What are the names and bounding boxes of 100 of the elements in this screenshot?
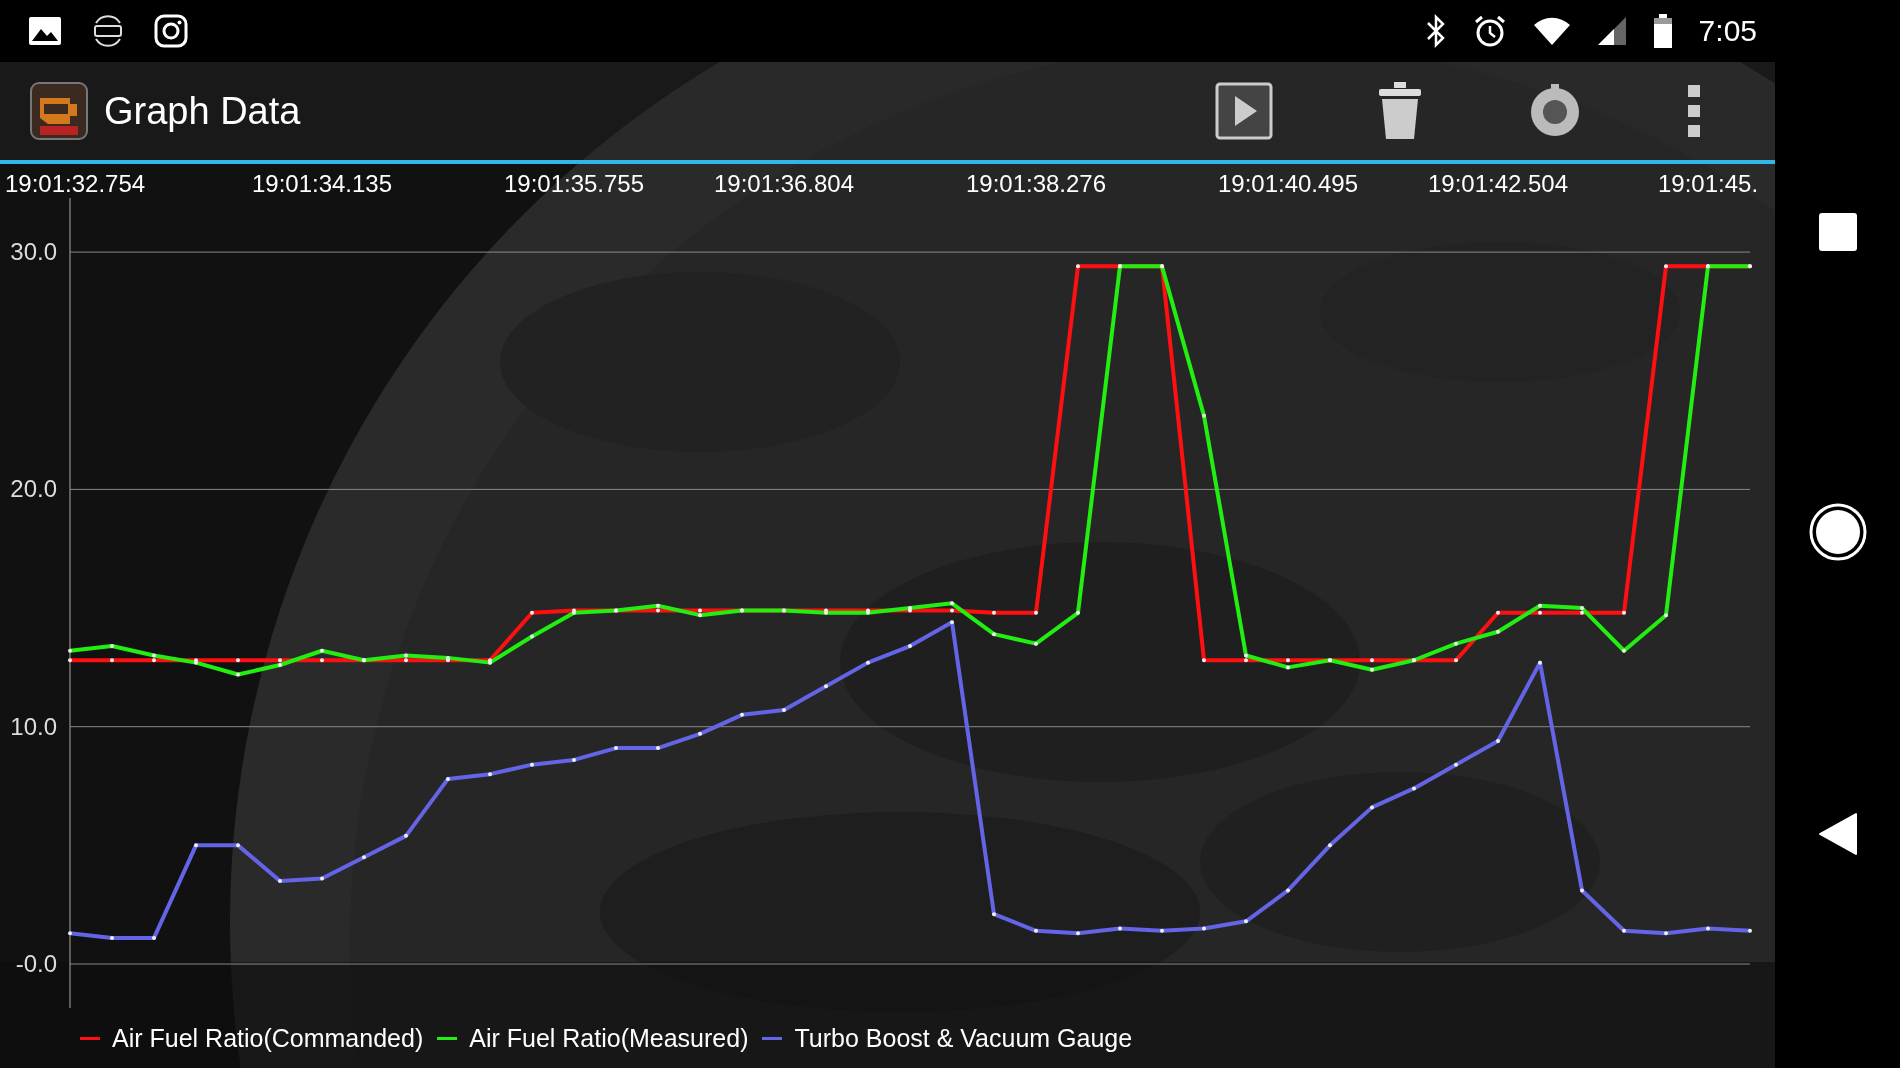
legend-swatch bbox=[762, 1036, 783, 1040]
bluetooth-icon bbox=[1424, 14, 1447, 48]
y-axis-label: -0.0 bbox=[15, 950, 57, 977]
time-axis-label: 19:01:45. bbox=[1657, 170, 1759, 198]
data-point bbox=[1412, 786, 1416, 791]
data-point bbox=[110, 658, 114, 663]
data-point bbox=[1664, 264, 1668, 269]
data-point bbox=[236, 672, 240, 677]
data-point bbox=[1454, 762, 1458, 767]
data-point bbox=[572, 757, 576, 762]
data-point bbox=[1286, 665, 1290, 670]
data-point bbox=[1496, 738, 1500, 743]
data-point bbox=[1454, 658, 1458, 663]
data-point bbox=[1202, 926, 1206, 931]
data-point bbox=[1286, 888, 1290, 893]
data-point bbox=[656, 746, 660, 751]
image-icon bbox=[28, 16, 62, 46]
data-point bbox=[1664, 613, 1668, 618]
data-point bbox=[68, 658, 72, 663]
data-point bbox=[950, 608, 954, 613]
time-axis-label: 19:01:35.755 bbox=[503, 170, 645, 198]
legend-label: Air Fuel Ratio(Commanded) bbox=[112, 1023, 424, 1053]
more-options-icon bbox=[1687, 84, 1701, 138]
time-axis-label: 19:01:40.495 bbox=[1217, 170, 1359, 198]
data-point bbox=[1454, 641, 1458, 646]
data-point bbox=[1076, 610, 1080, 615]
data-point bbox=[1202, 658, 1206, 663]
signal-icon bbox=[1596, 16, 1627, 46]
y-axis-label: 30.0 bbox=[10, 238, 57, 266]
back-button[interactable] bbox=[1817, 812, 1858, 856]
data-point bbox=[446, 776, 450, 781]
data-point bbox=[320, 658, 324, 663]
data-point bbox=[1622, 928, 1626, 933]
data-point bbox=[404, 833, 408, 838]
data-point bbox=[488, 772, 492, 777]
recents-button[interactable] bbox=[1817, 212, 1858, 252]
time-axis-label: 19:01:34.135 bbox=[251, 170, 393, 198]
data-point bbox=[1496, 629, 1500, 634]
data-point bbox=[320, 648, 324, 653]
data-point bbox=[278, 878, 282, 883]
screen-title: Graph Data bbox=[104, 89, 302, 133]
engine-logo-icon bbox=[30, 82, 88, 140]
data-point bbox=[740, 712, 744, 717]
data-point bbox=[236, 843, 240, 848]
data-point bbox=[1370, 667, 1374, 672]
data-point bbox=[950, 620, 954, 625]
data-point bbox=[1034, 610, 1038, 615]
data-point bbox=[1286, 658, 1290, 663]
legend-swatch bbox=[80, 1036, 100, 1040]
data-point bbox=[194, 843, 198, 848]
data-point bbox=[1370, 658, 1374, 663]
data-point bbox=[1370, 805, 1374, 810]
wifi-icon bbox=[1532, 16, 1571, 46]
data-point bbox=[1034, 641, 1038, 646]
data-point bbox=[152, 935, 156, 940]
data-point bbox=[1622, 648, 1626, 653]
data-point bbox=[530, 762, 534, 767]
data-point bbox=[1496, 610, 1500, 615]
data-point bbox=[1748, 928, 1752, 933]
data-point bbox=[1076, 931, 1080, 936]
y-axis-label: 10.0 bbox=[10, 712, 57, 740]
data-point bbox=[530, 634, 534, 639]
data-point bbox=[1076, 264, 1080, 269]
data-point bbox=[1706, 926, 1710, 931]
data-point bbox=[992, 610, 996, 615]
data-point bbox=[1202, 413, 1206, 418]
data-point bbox=[1664, 931, 1668, 936]
data-point bbox=[1244, 919, 1248, 924]
time-axis-label: 19:01:32.754 bbox=[5, 170, 146, 198]
status-time: 7:05 bbox=[1698, 14, 1757, 48]
alarm-icon bbox=[1472, 14, 1507, 48]
data-point bbox=[992, 632, 996, 637]
time-axis-label: 19:01:36.804 bbox=[713, 170, 855, 198]
home-button[interactable] bbox=[1808, 503, 1867, 561]
data-point bbox=[320, 876, 324, 881]
data-point bbox=[530, 610, 534, 615]
legend-swatch bbox=[437, 1036, 458, 1040]
data-point bbox=[1328, 843, 1332, 848]
camera-icon bbox=[154, 14, 188, 48]
data-point bbox=[1538, 660, 1542, 665]
data-point bbox=[782, 708, 786, 713]
data-point bbox=[68, 931, 72, 936]
data-point bbox=[1034, 928, 1038, 933]
data-point bbox=[110, 644, 114, 648]
data-point bbox=[1538, 603, 1542, 608]
data-point bbox=[950, 601, 954, 606]
data-point bbox=[236, 658, 240, 663]
time-axis-label: 19:01:42.504 bbox=[1427, 170, 1569, 198]
data-point bbox=[908, 644, 912, 648]
data-point bbox=[1160, 928, 1164, 933]
y-axis-label: 20.0 bbox=[10, 475, 57, 503]
legend-label: Turbo Boost & Vacuum Gauge bbox=[794, 1023, 1133, 1053]
data-point bbox=[614, 746, 618, 751]
data-point bbox=[698, 731, 702, 736]
data-point bbox=[68, 648, 72, 653]
data-point bbox=[1538, 610, 1542, 615]
data-point bbox=[866, 660, 870, 665]
data-point bbox=[1580, 888, 1584, 893]
time-axis-label: 19:01:38.276 bbox=[965, 170, 1107, 198]
data-point bbox=[992, 912, 996, 917]
